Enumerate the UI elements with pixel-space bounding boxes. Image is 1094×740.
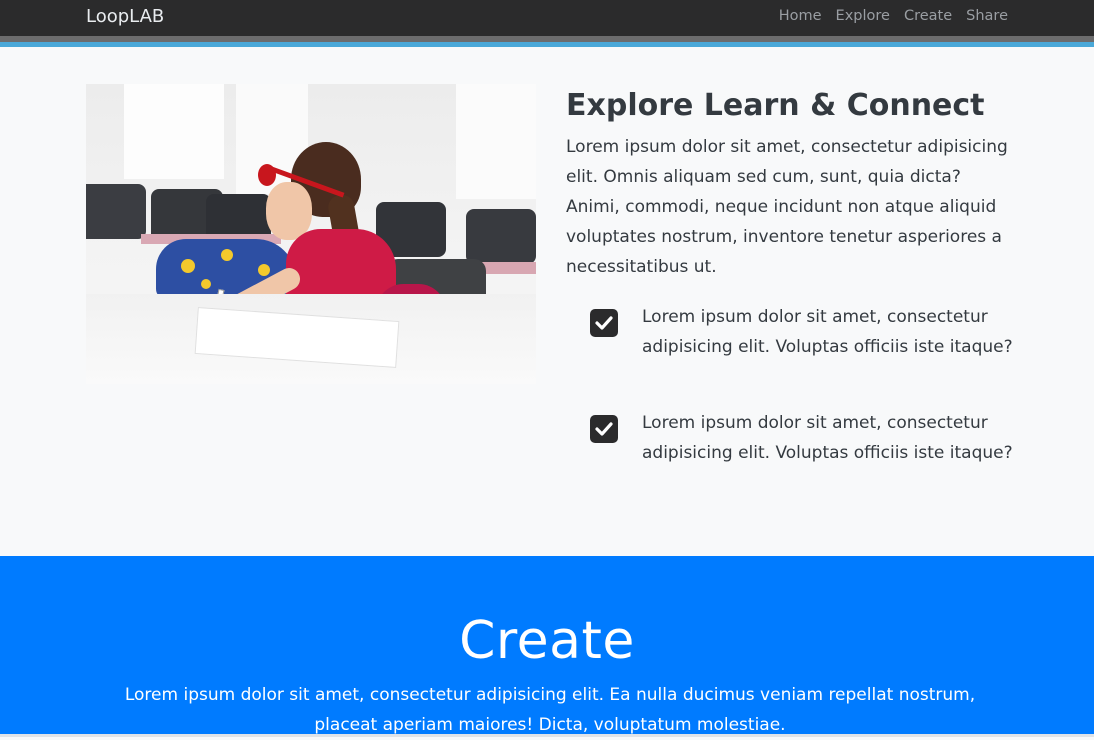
nav-link-create[interactable]: Create <box>904 8 952 24</box>
checklist-item-text: Lorem ipsum dolor sit amet, consectetur … <box>642 307 1013 357</box>
check-square-icon <box>590 415 618 443</box>
create-section: Create Lorem ipsum dolor sit amet, conse… <box>0 556 1094 737</box>
navbar: LoopLAB Home Explore Create Share <box>0 0 1094 36</box>
nav-links: Home Explore Create Share <box>779 8 1008 24</box>
explore-title: Explore Learn & Connect <box>566 88 985 123</box>
create-description: Lorem ipsum dolor sit amet, consectetur … <box>124 685 976 735</box>
create-title: Create <box>459 611 635 671</box>
explore-section: Explore Learn & Connect Lorem ipsum dolo… <box>0 47 1094 556</box>
checklist-item-text: Lorem ipsum dolor sit amet, consectetur … <box>642 413 1013 463</box>
explore-description: Lorem ipsum dolor sit amet, consectetur … <box>566 137 1008 277</box>
nav-link-share[interactable]: Share <box>966 8 1008 24</box>
check-square-icon <box>590 309 618 337</box>
checklist-item: Lorem ipsum dolor sit amet, consectetur … <box>590 408 1020 498</box>
checklist-item: Lorem ipsum dolor sit amet, consectetur … <box>590 302 1020 392</box>
nav-link-home[interactable]: Home <box>779 8 822 24</box>
explore-photo <box>86 84 536 384</box>
nav-link-explore[interactable]: Explore <box>836 8 890 24</box>
brand-logo[interactable]: LoopLAB <box>86 6 164 27</box>
